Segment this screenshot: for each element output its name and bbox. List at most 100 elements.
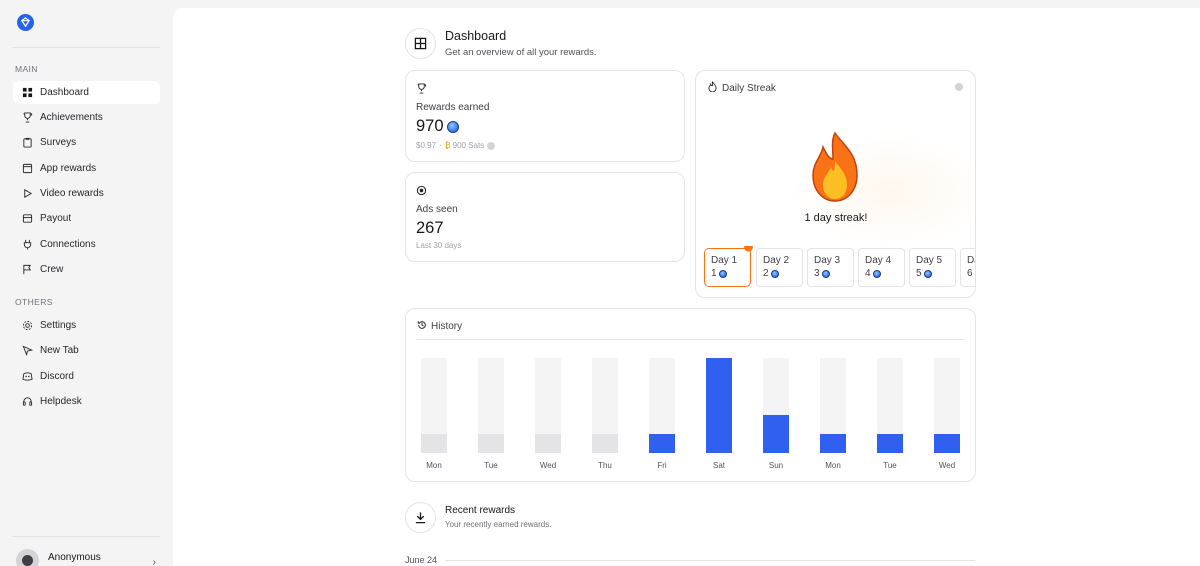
separator-dot: · <box>439 141 442 150</box>
gear-icon <box>22 320 33 331</box>
history-bar-track <box>421 358 447 453</box>
chevron-right-icon: › <box>152 557 156 566</box>
history-bar[interactable] <box>535 434 561 453</box>
streak-day[interactable]: Day 2 2 <box>756 248 803 287</box>
streak-day[interactable]: Day 3 3 <box>807 248 854 287</box>
history-bar[interactable] <box>877 434 903 453</box>
user-menu[interactable]: Anonymous › <box>16 549 160 566</box>
day-label: Day 3 <box>814 255 841 266</box>
history-bar-track <box>535 358 561 453</box>
day-label: Day 2 <box>763 255 790 266</box>
sidebar-item-achievements[interactable]: Achievements <box>13 106 160 129</box>
sidebar-item-connections[interactable]: Connections <box>13 233 160 256</box>
ads-label: Ads seen <box>416 204 458 215</box>
history-bar[interactable] <box>934 434 960 453</box>
sidebar-item-payout[interactable]: Payout <box>13 207 160 230</box>
ads-seen-card: Ads seen 267 Last 30 days <box>405 172 685 262</box>
send-icon <box>22 345 33 356</box>
history-divider <box>417 339 964 340</box>
grid-icon <box>22 87 33 98</box>
app-icon <box>22 163 33 174</box>
coin-icon <box>821 269 830 278</box>
history-bar-track <box>820 358 846 453</box>
history-bar-label: Fri <box>657 461 667 470</box>
sidebar-item-label: Helpdesk <box>40 396 82 407</box>
coin-icon <box>770 269 779 278</box>
page-title: Dashboard <box>445 29 507 43</box>
history-bar[interactable] <box>421 434 447 453</box>
day-amount: 6 <box>967 268 973 279</box>
coin-icon <box>923 269 932 278</box>
date-group-label: June 24 <box>405 555 438 565</box>
rewards-usd: $0.97 <box>416 141 437 150</box>
history-bar[interactable] <box>649 434 675 453</box>
recent-rewards-title: Recent rewards <box>445 505 516 516</box>
history-title: History <box>431 321 463 332</box>
trophy-icon <box>22 112 33 123</box>
info-icon[interactable] <box>487 141 496 150</box>
sidebar-item-video-rewards[interactable]: Video rewards <box>13 182 160 205</box>
app-logo-icon[interactable] <box>17 14 34 31</box>
sidebar-item-discord[interactable]: Discord <box>13 365 160 388</box>
sidebar-item-new-tab[interactable]: New Tab <box>13 339 160 362</box>
history-header: History <box>417 320 462 333</box>
sidebar-item-label: Payout <box>40 213 72 224</box>
info-icon[interactable] <box>955 83 963 91</box>
rewards-value: 970 <box>416 117 444 135</box>
history-bar-track <box>592 358 618 453</box>
flame-icon <box>708 80 717 95</box>
sidebar-item-label: Connections <box>40 239 96 250</box>
sidebar-item-label: New Tab <box>40 345 79 356</box>
streak-day[interactable]: Day 6 6 <box>960 248 975 287</box>
sidebar-item-dashboard[interactable]: Dashboard <box>13 81 160 104</box>
streak-days-row: Day 1 1 Day 2 2 Day 3 3 Day 4 4 Day 5 5 … <box>703 246 975 291</box>
discord-icon <box>22 371 33 382</box>
day-amount-row: 3 <box>814 268 853 279</box>
history-bar[interactable] <box>763 415 789 453</box>
sidebar-section-main: MAIN <box>15 64 38 74</box>
history-bar[interactable] <box>820 434 846 453</box>
rewards-value-row: 970 <box>416 117 459 136</box>
sidebar-item-label: Dashboard <box>40 87 89 98</box>
history-bar[interactable] <box>478 434 504 453</box>
flame-icon <box>743 246 754 257</box>
sidebar-item-label: Achievements <box>40 112 103 123</box>
history-bar-label: Mon <box>825 461 841 470</box>
history-bar-label: Sun <box>768 461 784 470</box>
day-label: Day 6 <box>967 255 975 266</box>
streak-day[interactable]: Day 5 5 <box>909 248 956 287</box>
sidebar-item-app-rewards[interactable]: App rewards <box>13 157 160 180</box>
download-icon <box>405 502 436 533</box>
history-bar-label: Sat <box>712 461 725 470</box>
sidebar-item-label: App rewards <box>40 163 97 174</box>
sidebar-item-surveys[interactable]: Surveys <box>13 131 160 154</box>
main-panel <box>173 8 1200 566</box>
history-card: History Mon Tue Wed Thu Fri Sat Sun Mon Tue Wed <box>405 308 976 482</box>
rewards-sats: 900 Sats <box>452 141 485 150</box>
history-bar[interactable] <box>706 358 732 453</box>
play-icon <box>22 188 33 199</box>
page-subtitle: Get an overview of all your rewards. <box>445 47 597 58</box>
streak-title: Daily Streak <box>722 82 776 94</box>
bitcoin-icon: ₿ <box>444 141 451 150</box>
trophy-icon <box>416 81 427 99</box>
streak-message: 1 day streak! <box>804 212 868 224</box>
history-bar[interactable] <box>592 434 618 453</box>
sidebar-item-helpdesk[interactable]: Helpdesk <box>13 390 160 413</box>
fire-icon <box>805 131 865 208</box>
dashboard-header-icon <box>405 28 436 59</box>
coin-icon <box>718 269 727 278</box>
history-bar-track <box>763 358 789 453</box>
sidebar-item-settings[interactable]: Settings <box>13 314 160 337</box>
sidebar: MAIN Dashboard Achievements Surveys App … <box>0 0 173 566</box>
day-amount-row: 1 <box>711 268 750 279</box>
sidebar-item-label: Surveys <box>40 137 77 148</box>
day-amount-row: 6 <box>967 268 975 279</box>
sidebar-item-label: Crew <box>40 264 64 275</box>
sidebar-divider <box>12 536 160 537</box>
user-name: Anonymous <box>48 552 101 563</box>
sidebar-item-crew[interactable]: Crew <box>13 258 160 281</box>
streak-day[interactable]: Day 4 4 <box>858 248 905 287</box>
plug-icon <box>22 239 33 250</box>
sidebar-divider <box>12 47 160 48</box>
